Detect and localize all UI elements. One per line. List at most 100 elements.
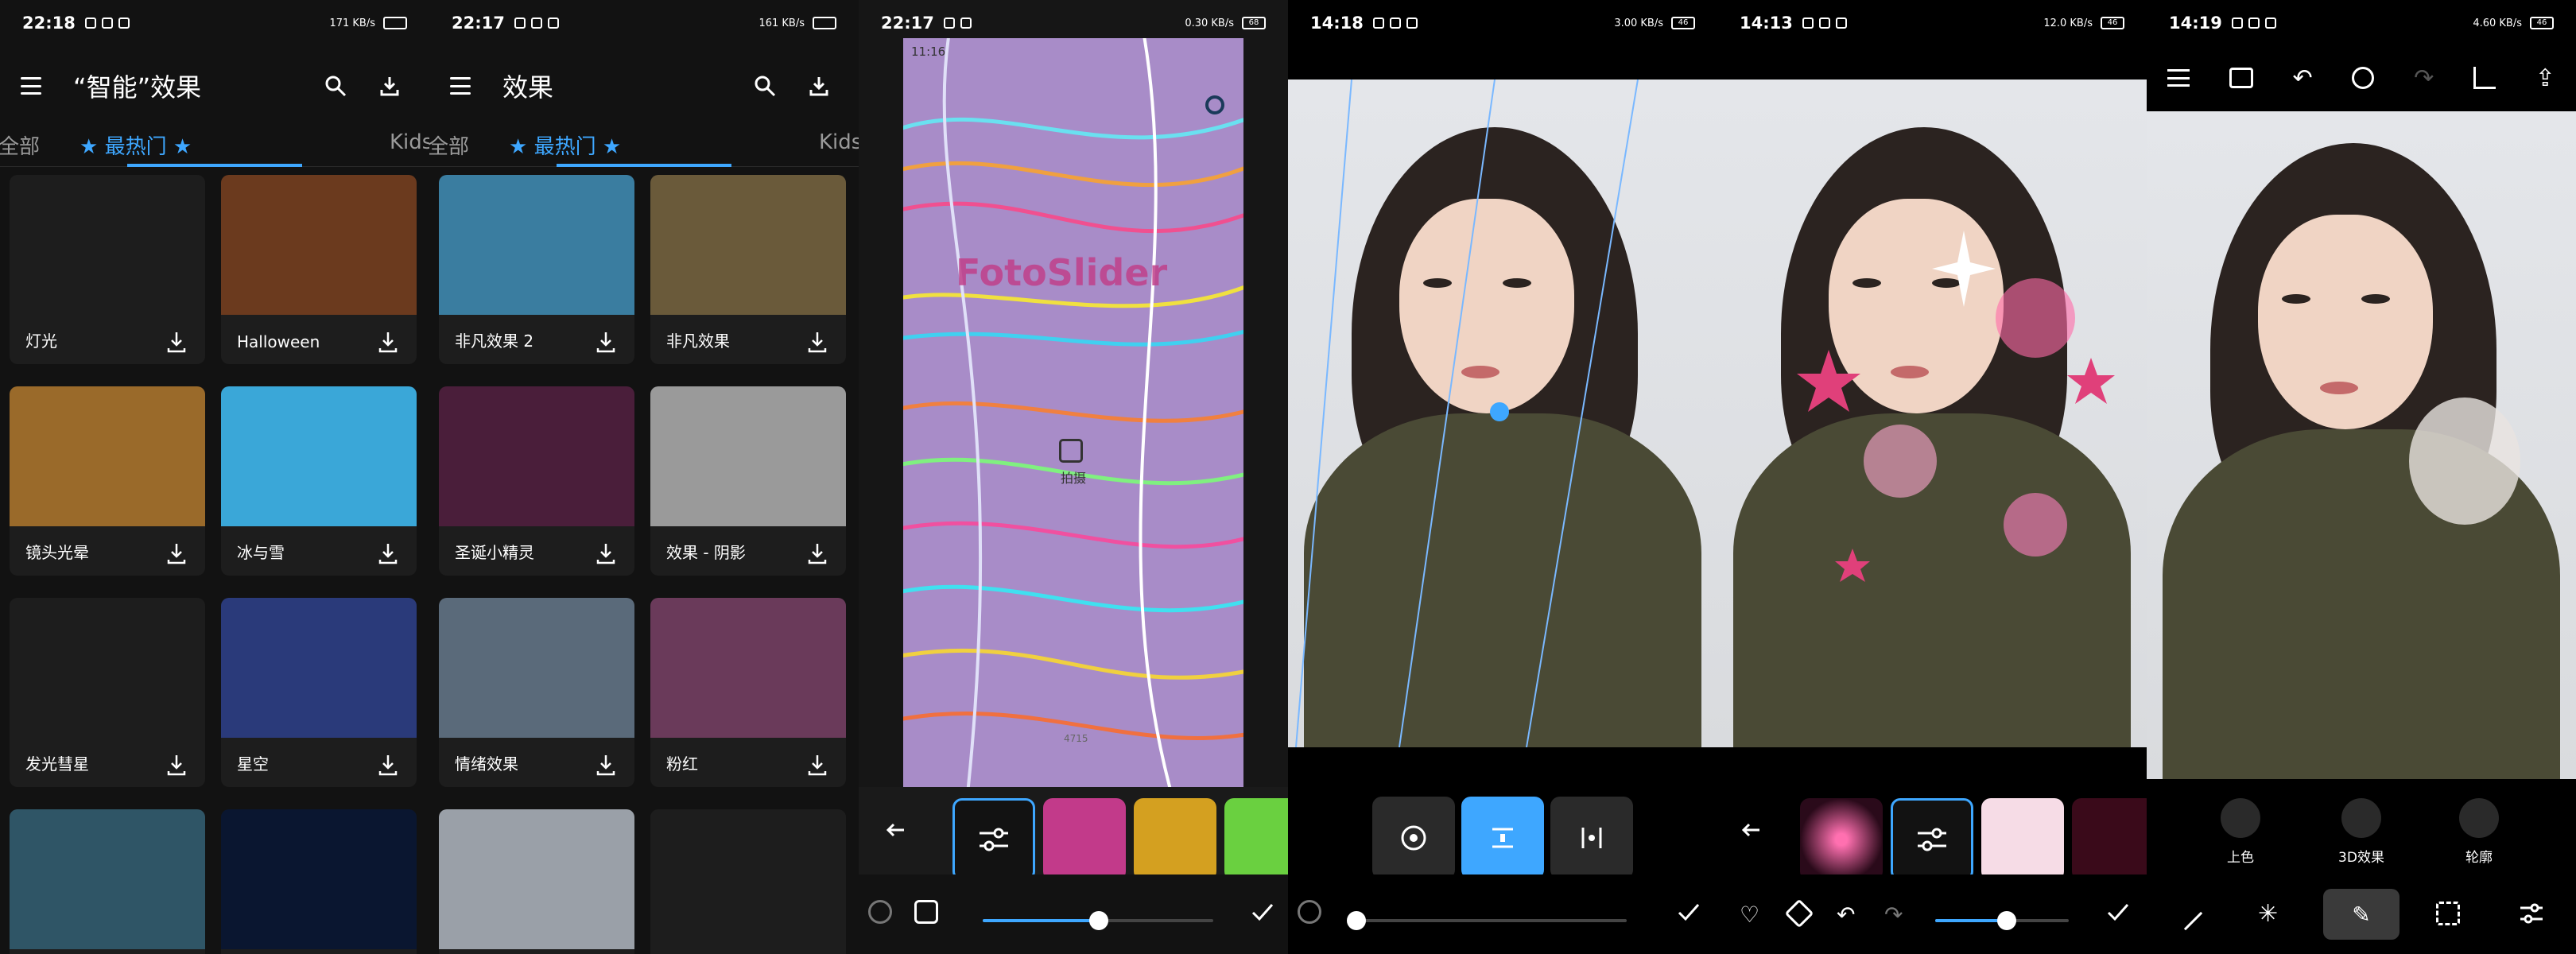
menu-icon[interactable] — [2167, 69, 2190, 87]
effect-label: 非凡效果 — [666, 332, 730, 351]
magic-wand-icon[interactable] — [2168, 896, 2203, 931]
confirm-check-icon[interactable] — [2104, 898, 2132, 927]
effect-card[interactable]: 星空 — [221, 598, 417, 787]
network-speed: 12.0 KB/s — [2043, 17, 2093, 29]
settings-icon[interactable] — [1205, 95, 1224, 114]
effect-card[interactable]: 情绪效果 — [439, 598, 634, 787]
download-icon[interactable] — [164, 752, 189, 778]
reset-icon[interactable] — [868, 900, 892, 924]
history-icon[interactable] — [2352, 67, 2375, 89]
menu-icon[interactable] — [450, 77, 471, 95]
split-icon[interactable] — [1550, 797, 1633, 879]
crop-icon[interactable] — [2473, 67, 2496, 89]
tab-hot[interactable]: ★ 最热门 ★ — [80, 130, 192, 160]
effect-card[interactable]: Halloween — [221, 175, 417, 364]
adjust-icon[interactable] — [2519, 902, 2544, 925]
download-icon[interactable] — [375, 541, 401, 566]
download-icon[interactable] — [375, 329, 401, 355]
download-icon[interactable] — [593, 752, 619, 778]
adjust-sliders-icon[interactable] — [952, 798, 1035, 881]
undo-icon[interactable]: ↶ — [1837, 902, 1855, 928]
effect-thumb[interactable] — [1800, 798, 1883, 881]
effect-label: 效果 - 阴影 — [666, 543, 746, 562]
photo-canvas[interactable] — [2147, 111, 2576, 779]
align-center-icon[interactable] — [1461, 797, 1544, 879]
tab-all[interactable]: 全部 — [429, 130, 469, 160]
center-dot-icon[interactable] — [1372, 797, 1455, 879]
effects-icon[interactable]: ✳ — [2258, 900, 2278, 928]
download-icon[interactable] — [800, 67, 838, 105]
back-arrow-icon[interactable] — [876, 811, 914, 849]
reset-icon[interactable] — [1298, 900, 1321, 924]
select-area-icon[interactable] — [2436, 902, 2460, 925]
colorize-tool[interactable]: 上色 — [2218, 798, 2263, 866]
effect-card[interactable]: 圣诞小精灵 — [439, 386, 634, 576]
slider-knob[interactable] — [1997, 911, 2016, 930]
tab-kids[interactable]: Kids — [390, 130, 429, 154]
effect-card[interactable]: 发光彗星 — [10, 598, 205, 787]
tab-kids[interactable]: Kids — [819, 130, 859, 154]
effect-card[interactable] — [650, 809, 846, 954]
effect-card[interactable]: 效果 - 阴影 — [650, 386, 846, 576]
effect-thumb[interactable] — [1981, 798, 2064, 881]
effect-card[interactable]: 灯光 — [10, 175, 205, 364]
camera-icon[interactable] — [1059, 439, 1083, 463]
download-icon[interactable] — [805, 329, 830, 355]
drag-handle[interactable] — [1490, 402, 1509, 421]
effect-card[interactable]: 镜头光晕 — [10, 386, 205, 576]
effect-card[interactable]: 非凡效果 2 — [439, 175, 634, 364]
slider-effect-panel: 22:17 0.30 KB/s 68 11:16 FotoSlider 拍摄 4… — [859, 0, 1288, 954]
3d-effect-tool[interactable]: 3D效果 — [2333, 798, 2390, 866]
battery-level: 46 — [2101, 17, 2124, 29]
download-icon[interactable] — [164, 329, 189, 355]
gallery-icon[interactable] — [2229, 68, 2253, 88]
redo-icon[interactable]: ↷ — [1884, 902, 1903, 928]
eraser-icon[interactable] — [1784, 898, 1814, 929]
download-icon[interactable] — [805, 752, 830, 778]
effect-thumb[interactable] — [1134, 798, 1216, 881]
back-arrow-icon[interactable] — [1732, 811, 1770, 849]
download-icon[interactable] — [805, 541, 830, 566]
download-icon[interactable] — [593, 541, 619, 566]
heart-icon[interactable]: ♡ — [1740, 902, 1759, 928]
download-icon[interactable] — [370, 67, 409, 105]
photo-canvas[interactable] — [1288, 80, 1717, 747]
redo-icon[interactable]: ↷ — [2414, 64, 2434, 92]
slider-knob[interactable] — [1089, 911, 1108, 930]
search-icon[interactable] — [316, 67, 355, 105]
download-icon[interactable] — [593, 329, 619, 355]
effect-thumb[interactable] — [1224, 798, 1288, 881]
outline-tool[interactable]: 轮廓 — [2457, 798, 2501, 866]
tab-all[interactable]: 全部 — [0, 130, 40, 160]
slider-knob[interactable] — [1347, 911, 1366, 930]
menu-icon[interactable] — [21, 77, 41, 95]
effect-card[interactable] — [221, 809, 417, 954]
status-bar: 14:18 3.00 KB/s 46 — [1288, 0, 1717, 46]
effect-card[interactable] — [439, 809, 634, 954]
effect-thumb[interactable] — [2072, 798, 2147, 881]
confirm-check-icon[interactable] — [1248, 898, 1277, 927]
effect-card[interactable]: 粉红 — [650, 598, 846, 787]
download-icon[interactable] — [164, 541, 189, 566]
effect-card[interactable] — [10, 809, 205, 954]
undo-icon[interactable]: ↶ — [2293, 64, 2313, 92]
effect-card[interactable]: 非凡效果 — [650, 175, 846, 364]
photo-canvas[interactable] — [1717, 80, 2147, 747]
adjust-sliders-icon[interactable] — [1891, 798, 1973, 881]
outline-icon — [2459, 798, 2499, 838]
confirm-check-icon[interactable] — [1674, 898, 1703, 927]
effect-thumb[interactable] — [1043, 798, 1126, 881]
tab-indicator — [127, 164, 302, 167]
download-icon[interactable] — [375, 752, 401, 778]
intensity-slider[interactable] — [1347, 911, 1627, 930]
intensity-slider[interactable] — [983, 911, 1213, 930]
effect-card[interactable]: 冰与雪 — [221, 386, 417, 576]
share-icon[interactable]: ⇪ — [2535, 64, 2555, 92]
intensity-slider[interactable] — [1935, 911, 2069, 930]
search-icon[interactable] — [746, 67, 784, 105]
brush-tool-icon[interactable]: ✎ — [2323, 889, 2399, 940]
preview-image[interactable]: 11:16 FotoSlider 拍摄 4715 — [903, 38, 1243, 787]
tab-hot[interactable]: ★ 最热门 ★ — [509, 130, 621, 160]
battery-level: 68 — [1242, 17, 1266, 29]
grid-icon[interactable] — [914, 900, 938, 924]
